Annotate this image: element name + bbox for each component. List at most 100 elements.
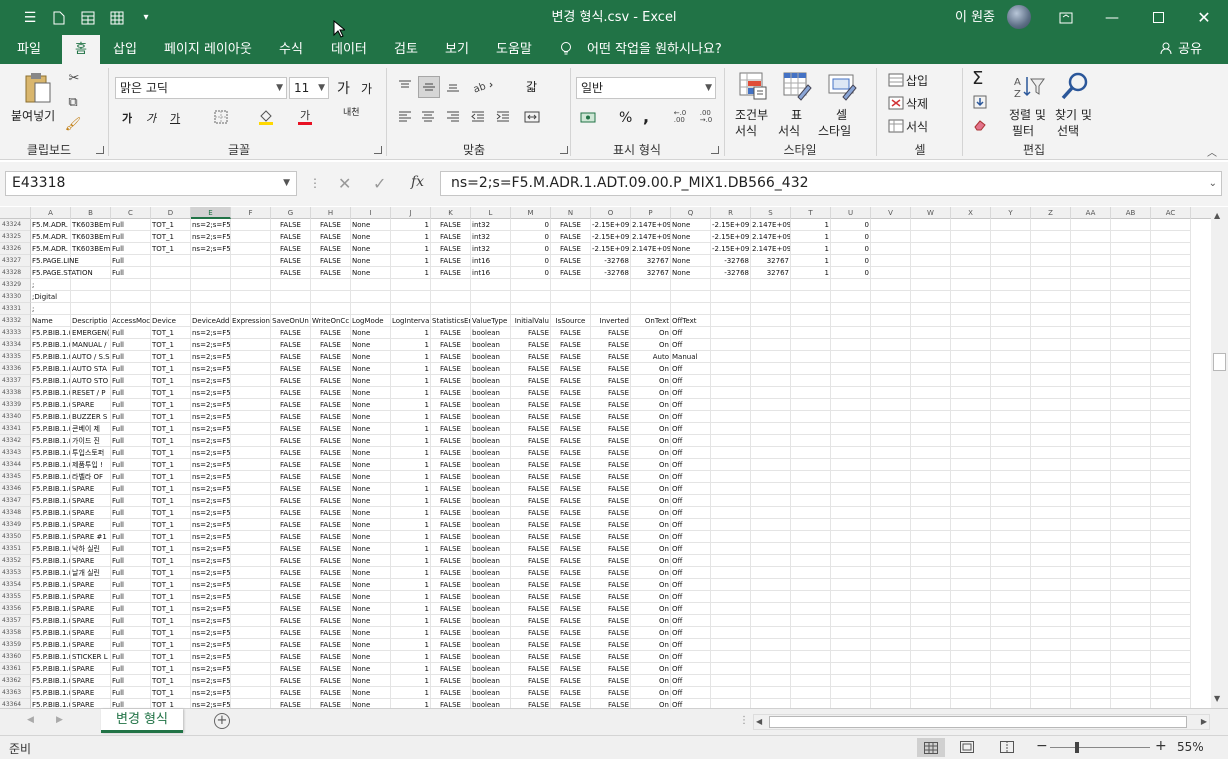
cell[interactable]: 1 bbox=[391, 567, 431, 579]
cell[interactable]: SPARE bbox=[71, 603, 111, 615]
cell[interactable] bbox=[1071, 507, 1111, 519]
cell[interactable] bbox=[231, 375, 271, 387]
cell[interactable]: FALSE bbox=[511, 531, 551, 543]
cell[interactable]: On bbox=[631, 459, 671, 471]
cell[interactable]: FALSE bbox=[591, 663, 631, 675]
cell[interactable]: FALSE bbox=[431, 639, 471, 651]
tab-page-layout[interactable]: 페이지 레이아웃 bbox=[162, 35, 254, 64]
cell[interactable]: FALSE bbox=[271, 543, 311, 555]
cell[interactable]: 1 bbox=[391, 639, 431, 651]
cell[interactable] bbox=[1151, 663, 1191, 675]
cell[interactable] bbox=[711, 675, 751, 687]
cell[interactable] bbox=[1031, 291, 1071, 303]
cell[interactable]: boolean bbox=[471, 567, 511, 579]
cell[interactable] bbox=[871, 231, 911, 243]
sort-filter-icon[interactable]: AZ bbox=[1012, 72, 1046, 102]
table-format-label-2[interactable]: 서식 bbox=[778, 122, 800, 139]
cell[interactable]: TOT_1 bbox=[151, 231, 191, 243]
cell[interactable]: F5.P.BIB.1.( bbox=[31, 687, 71, 699]
cell[interactable]: FALSE bbox=[511, 339, 551, 351]
cell[interactable] bbox=[1071, 423, 1111, 435]
cell[interactable]: 0 bbox=[831, 267, 871, 279]
cell[interactable]: Full bbox=[111, 675, 151, 687]
cell[interactable]: ns=2;s=F5.P.BIB.1.CS( bbox=[191, 507, 231, 519]
cell[interactable] bbox=[1031, 471, 1071, 483]
accounting-format-icon[interactable] bbox=[578, 108, 600, 126]
cell[interactable]: boolean bbox=[471, 603, 511, 615]
cell[interactable] bbox=[1071, 327, 1111, 339]
cell[interactable] bbox=[991, 435, 1031, 447]
cell[interactable]: F5.P.BIB.1.( bbox=[31, 435, 71, 447]
cell[interactable] bbox=[911, 639, 951, 651]
cell[interactable] bbox=[1071, 231, 1111, 243]
cell[interactable]: None bbox=[351, 459, 391, 471]
cell[interactable]: ns=2;s=F5.P.BIB.1.CS( bbox=[191, 591, 231, 603]
cell[interactable] bbox=[1031, 243, 1071, 255]
cell[interactable]: TOT_1 bbox=[151, 243, 191, 255]
cell[interactable] bbox=[831, 291, 871, 303]
cell[interactable]: F5.M.ADR. bbox=[31, 243, 71, 255]
cell[interactable]: On bbox=[631, 639, 671, 651]
cell[interactable]: Off bbox=[671, 579, 711, 591]
cell[interactable]: FALSE bbox=[591, 351, 631, 363]
cell[interactable]: Full bbox=[111, 339, 151, 351]
column-header-o[interactable]: O bbox=[591, 207, 631, 219]
insert-cells-label[interactable]: 삽입 bbox=[906, 72, 928, 89]
cell[interactable]: boolean bbox=[471, 387, 511, 399]
cell[interactable]: FALSE bbox=[311, 651, 351, 663]
cell[interactable]: FALSE bbox=[271, 267, 311, 279]
cell[interactable] bbox=[831, 327, 871, 339]
cell[interactable] bbox=[751, 663, 791, 675]
cell[interactable] bbox=[911, 435, 951, 447]
cell[interactable] bbox=[871, 699, 911, 708]
cell[interactable]: FALSE bbox=[551, 519, 591, 531]
row-header[interactable]: 43363 bbox=[0, 687, 31, 699]
cell[interactable] bbox=[1111, 567, 1151, 579]
cell[interactable]: ns=2;s=F5.P.BIB.1.CS( bbox=[191, 687, 231, 699]
cell[interactable]: None bbox=[351, 531, 391, 543]
row-header[interactable]: 43330 bbox=[0, 291, 31, 303]
cell[interactable] bbox=[991, 363, 1031, 375]
cell[interactable] bbox=[1111, 399, 1151, 411]
cell[interactable]: FALSE bbox=[271, 387, 311, 399]
cell[interactable]: None bbox=[671, 267, 711, 279]
cell[interactable]: int32 bbox=[471, 231, 511, 243]
cell[interactable] bbox=[1111, 387, 1151, 399]
cell[interactable] bbox=[71, 279, 111, 291]
cell[interactable] bbox=[871, 651, 911, 663]
cell[interactable]: FALSE bbox=[551, 615, 591, 627]
cell[interactable] bbox=[751, 507, 791, 519]
cell[interactable] bbox=[1111, 303, 1151, 315]
cell[interactable]: 1 bbox=[391, 495, 431, 507]
cell[interactable] bbox=[831, 315, 871, 327]
cell[interactable]: On bbox=[631, 687, 671, 699]
table-format-label-1[interactable]: 표 bbox=[791, 106, 802, 123]
cell[interactable]: Off bbox=[671, 495, 711, 507]
cell[interactable] bbox=[751, 315, 791, 327]
cell[interactable]: boolean bbox=[471, 651, 511, 663]
cell[interactable] bbox=[911, 567, 951, 579]
cell[interactable] bbox=[111, 303, 151, 315]
cell[interactable] bbox=[511, 303, 551, 315]
increase-decimal-icon[interactable]: ←.0.00 bbox=[670, 108, 690, 126]
cell[interactable] bbox=[871, 411, 911, 423]
cell[interactable]: Full bbox=[111, 363, 151, 375]
cell[interactable] bbox=[951, 579, 991, 591]
cell[interactable]: Off bbox=[671, 543, 711, 555]
cell[interactable] bbox=[911, 315, 951, 327]
cell[interactable]: 2.147E+09 bbox=[751, 231, 791, 243]
cell[interactable] bbox=[911, 291, 951, 303]
cell[interactable] bbox=[751, 579, 791, 591]
cell[interactable]: ns=2;s=F5.P.BIB.1.CS( bbox=[191, 483, 231, 495]
cell[interactable]: FALSE bbox=[311, 243, 351, 255]
cell[interactable]: OnText bbox=[631, 315, 671, 327]
cell[interactable]: 0 bbox=[831, 255, 871, 267]
cell[interactable]: On bbox=[631, 387, 671, 399]
close-button[interactable]: ✕ bbox=[1181, 0, 1227, 35]
fill-icon[interactable] bbox=[972, 94, 988, 110]
cell[interactable] bbox=[791, 663, 831, 675]
cell[interactable] bbox=[1111, 339, 1151, 351]
cell[interactable]: boolean bbox=[471, 519, 511, 531]
select-all-corner[interactable] bbox=[0, 207, 31, 219]
cell[interactable]: F5.P.BIB.1.( bbox=[31, 531, 71, 543]
